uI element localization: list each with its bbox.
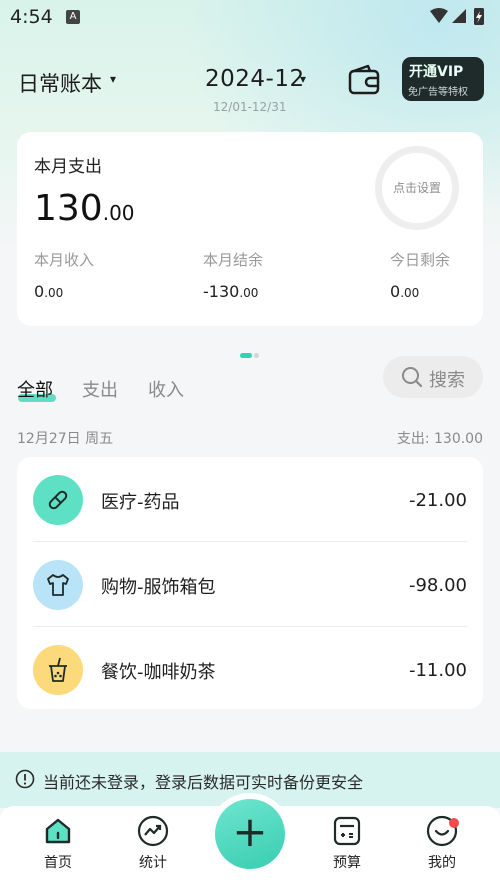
transaction-category: 购物-服饰箱包: [101, 577, 216, 598]
transaction-amount: -11.00: [408, 660, 467, 681]
app-header: 日常账本 ▾ 2024-12 ▾ 12/01-12/31 开通VIP 免广告等特…: [0, 52, 500, 122]
wallet-button[interactable]: [346, 62, 382, 98]
nav-budget-label: 预算: [333, 855, 361, 871]
budget-ring-button[interactable]: 点击设置: [375, 146, 459, 230]
tshirt-icon: [33, 560, 83, 610]
income-label: 本月收入: [34, 251, 95, 269]
balance-column: 本月结余 -130.00: [203, 249, 263, 301]
month-caret-icon[interactable]: ▾: [300, 72, 306, 86]
today-remaining-label: 今日剩余: [390, 251, 451, 269]
search-icon: [402, 367, 423, 388]
tab-all[interactable]: 全部: [17, 376, 53, 402]
balance-value: -130.00: [203, 282, 259, 301]
transaction-amount: -98.00: [408, 575, 467, 596]
book-caret-icon[interactable]: ▾: [110, 72, 116, 86]
transaction-category: 餐饮-咖啡奶茶: [101, 662, 216, 683]
search-label: 搜索: [429, 370, 465, 391]
vip-button[interactable]: 开通VIP 免广告等特权: [402, 57, 484, 101]
pill-icon: [33, 475, 83, 525]
nav-budget[interactable]: 预算: [315, 814, 379, 872]
account-book-selector[interactable]: 日常账本: [18, 68, 102, 98]
add-record-button[interactable]: +: [215, 799, 285, 869]
vip-subtitle: 免广告等特权: [408, 87, 468, 98]
expense-amount: 130.00: [34, 188, 135, 229]
trend-chart-icon: [137, 815, 169, 847]
calculator-icon: [333, 816, 361, 846]
status-bar: 4:54 A: [0, 0, 500, 36]
search-button[interactable]: 搜索: [383, 356, 483, 398]
plus-icon: +: [232, 807, 268, 856]
month-selector[interactable]: 2024-12: [205, 66, 305, 92]
login-reminder-text: 当前还未登录，登录后数据可实时备份更安全: [43, 773, 364, 792]
group-total: 支出: 130.00: [396, 431, 483, 447]
notification-dot: [449, 818, 459, 828]
transaction-row[interactable]: 医疗-药品 -21.00: [17, 457, 483, 541]
home-icon: [45, 818, 71, 844]
vip-title: 开通VIP: [409, 64, 464, 80]
income-value: 0.00: [34, 282, 64, 301]
notification-icon: A: [66, 10, 80, 24]
monthly-summary-card: 本月支出 130.00 点击设置 本月收入 0.00 本月结余 -130.00 …: [17, 132, 483, 326]
status-time: 4:54: [10, 6, 53, 28]
info-icon: [15, 769, 35, 789]
today-remaining-column: 今日剩余 0.00: [390, 249, 450, 301]
transaction-row[interactable]: 餐饮-咖啡奶茶 -11.00: [17, 627, 483, 711]
nav-home[interactable]: 首页: [26, 814, 90, 872]
nav-home-label: 首页: [44, 855, 72, 871]
budget-set-label: 点击设置: [392, 181, 441, 195]
nav-statistics[interactable]: 统计: [121, 814, 185, 872]
income-column: 本月收入 0.00: [34, 249, 94, 301]
nav-statistics-label: 统计: [139, 855, 167, 871]
wifi-signal-battery-icon: [430, 8, 484, 25]
tab-expense[interactable]: 支出: [82, 376, 118, 402]
transaction-category: 医疗-药品: [101, 492, 180, 513]
system-icons: [428, 6, 492, 32]
nav-profile[interactable]: 我的: [410, 814, 474, 872]
group-date: 12月27日 周五: [17, 431, 114, 447]
nav-profile-label: 我的: [428, 855, 456, 871]
today-remaining-value: 0.00: [390, 282, 420, 301]
transaction-row[interactable]: 购物-服饰箱包 -98.00: [17, 542, 483, 626]
page-dot-active: [240, 353, 252, 358]
transaction-amount: -21.00: [408, 490, 467, 511]
month-range: 12/01-12/31: [213, 100, 287, 114]
date-group-header: 12月27日 周五 支出: 130.00: [17, 428, 483, 450]
transaction-list: 医疗-药品 -21.00 购物-服饰箱包 -98.00 餐饮-咖啡奶茶 -11.…: [17, 457, 483, 709]
page-indicator: [240, 343, 259, 362]
bubble-tea-icon: [33, 645, 83, 695]
balance-label: 本月结余: [203, 251, 264, 269]
wallet-icon: [348, 64, 380, 95]
expense-label: 本月支出: [34, 157, 102, 177]
tab-income[interactable]: 收入: [148, 376, 184, 402]
page-dot: [254, 353, 259, 358]
